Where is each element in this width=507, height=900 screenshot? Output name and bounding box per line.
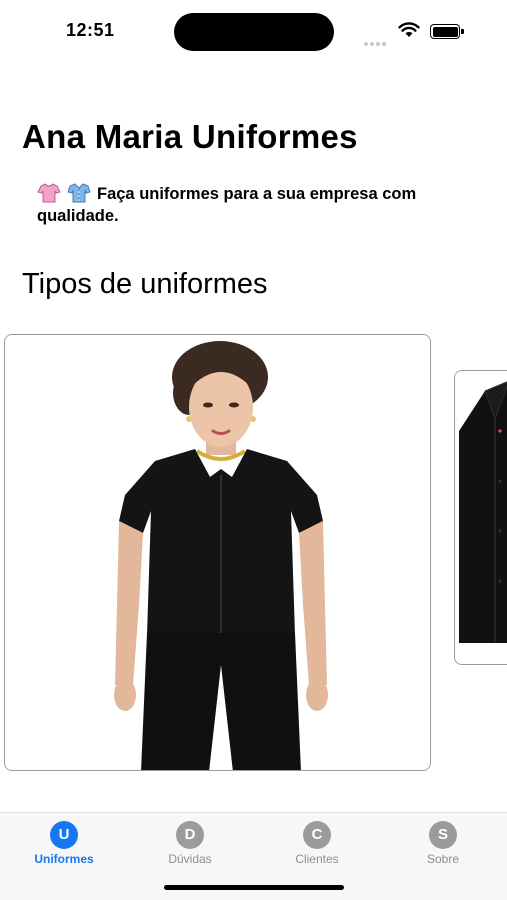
app-subtitle: Faça uniformes para a sua empresa com qu…: [37, 183, 487, 227]
uniformes-tab-icon: U: [50, 821, 78, 849]
battery-icon: [430, 24, 464, 39]
status-bar: 12:51: [0, 0, 507, 64]
section-title: Tipos de uniformes: [22, 268, 268, 300]
tab-uniformes[interactable]: U Uniformes: [14, 821, 114, 867]
uniform-photo-blouse: [5, 335, 430, 770]
duvidas-tab-icon: D: [176, 821, 204, 849]
tab-label: Sobre: [426, 852, 460, 866]
tab-label: Uniformes: [34, 852, 94, 866]
clientes-tab-icon: C: [303, 821, 331, 849]
tab-duvidas[interactable]: D Dúvidas: [140, 821, 240, 867]
tab-label: Dúvidas: [168, 852, 212, 866]
status-time: 12:51: [66, 20, 115, 40]
uniform-photo-shirt: [455, 371, 507, 664]
shirt-icon: [67, 183, 91, 203]
tab-sobre[interactable]: S Sobre: [393, 821, 493, 867]
uniform-card[interactable]: [454, 370, 507, 665]
cellular-signal-icon: [364, 33, 390, 46]
uniform-card[interactable]: [4, 334, 431, 771]
blouse-icon: [37, 183, 61, 203]
wifi-icon: [398, 22, 420, 37]
sobre-tab-icon: S: [429, 821, 457, 849]
home-indicator: [164, 885, 344, 890]
app-title: Ana Maria Uniformes: [22, 118, 358, 155]
tab-label: Clientes: [295, 852, 339, 866]
tab-clientes[interactable]: C Clientes: [267, 821, 367, 867]
app-subtitle-text: Faça uniformes para a sua empresa com qu…: [37, 185, 417, 225]
dynamic-island: [174, 13, 334, 51]
